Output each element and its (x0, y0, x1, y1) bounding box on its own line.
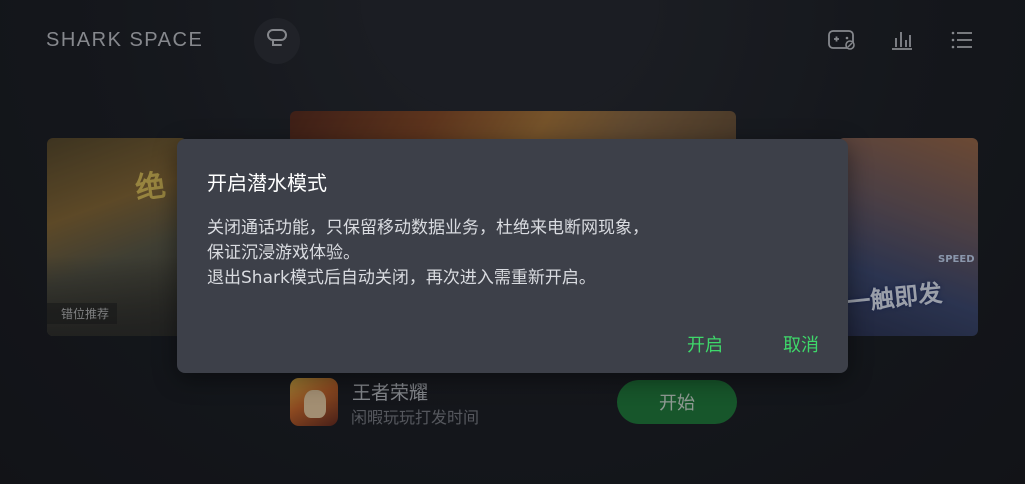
dialog-message: 关闭通话功能，只保留移动数据业务，杜绝来电断网现象， 保证沉浸游戏体验。 退出S… (207, 216, 827, 291)
confirm-button[interactable]: 开启 (683, 329, 727, 359)
dialog-title: 开启潜水模式 (207, 171, 327, 195)
cancel-button[interactable]: 取消 (779, 329, 823, 359)
dialog-message-line: 保证沉浸游戏体验。 (207, 243, 360, 263)
dive-mode-dialog: 开启潜水模式 关闭通话功能，只保留移动数据业务，杜绝来电断网现象， 保证沉浸游戏… (177, 139, 848, 373)
dialog-message-line: 关闭通话功能，只保留移动数据业务，杜绝来电断网现象， (207, 218, 649, 238)
dialog-message-line: 退出Shark模式后自动关闭，再次进入需重新开启。 (207, 268, 596, 288)
shark-space-screen: SHARK SPACE 绝 错位推荐 SPEED 一触即发 王者荣耀 闲暇玩玩打… (0, 0, 1025, 484)
